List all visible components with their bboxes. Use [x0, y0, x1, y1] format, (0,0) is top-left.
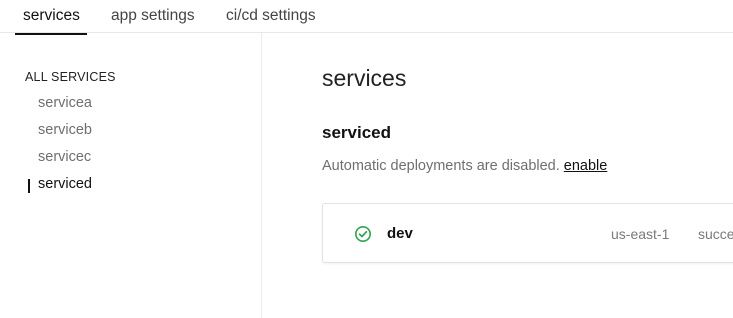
sidebar-heading: ALL SERVICES — [25, 70, 116, 84]
enable-link[interactable]: enable — [564, 158, 608, 174]
deploy-note-text: Automatic deployments are disabled. — [322, 158, 560, 174]
sidebar: ALL SERVICES servicea serviceb servicec … — [0, 33, 262, 318]
active-item-marker — [28, 179, 30, 193]
page-title: services — [322, 65, 407, 91]
check-circle-icon — [354, 225, 372, 243]
environment-name: dev — [387, 225, 413, 242]
service-name-heading: serviced — [322, 123, 391, 142]
main-content: services serviced Automatic deployments … — [263, 33, 733, 318]
tab-cicd-settings[interactable]: ci/cd settings — [226, 7, 316, 31]
environment-status: succe — [698, 226, 733, 242]
environment-region: us-east-1 — [611, 226, 670, 242]
tab-services[interactable]: services — [15, 7, 87, 35]
top-nav: services app settings ci/cd settings — [0, 0, 733, 35]
deploy-note: Automatic deployments are disabled. enabl… — [322, 158, 607, 174]
environment-card-dev[interactable]: dev us-east-1 succe — [322, 203, 733, 263]
tab-app-settings[interactable]: app settings — [111, 7, 195, 31]
sidebar-item-serviceb[interactable]: serviceb — [38, 122, 92, 138]
sidebar-item-servicec[interactable]: servicec — [38, 149, 91, 165]
sidebar-item-label: serviced — [38, 176, 92, 192]
sidebar-item-servicea[interactable]: servicea — [38, 95, 92, 111]
sidebar-item-serviced[interactable]: serviced — [28, 176, 92, 193]
